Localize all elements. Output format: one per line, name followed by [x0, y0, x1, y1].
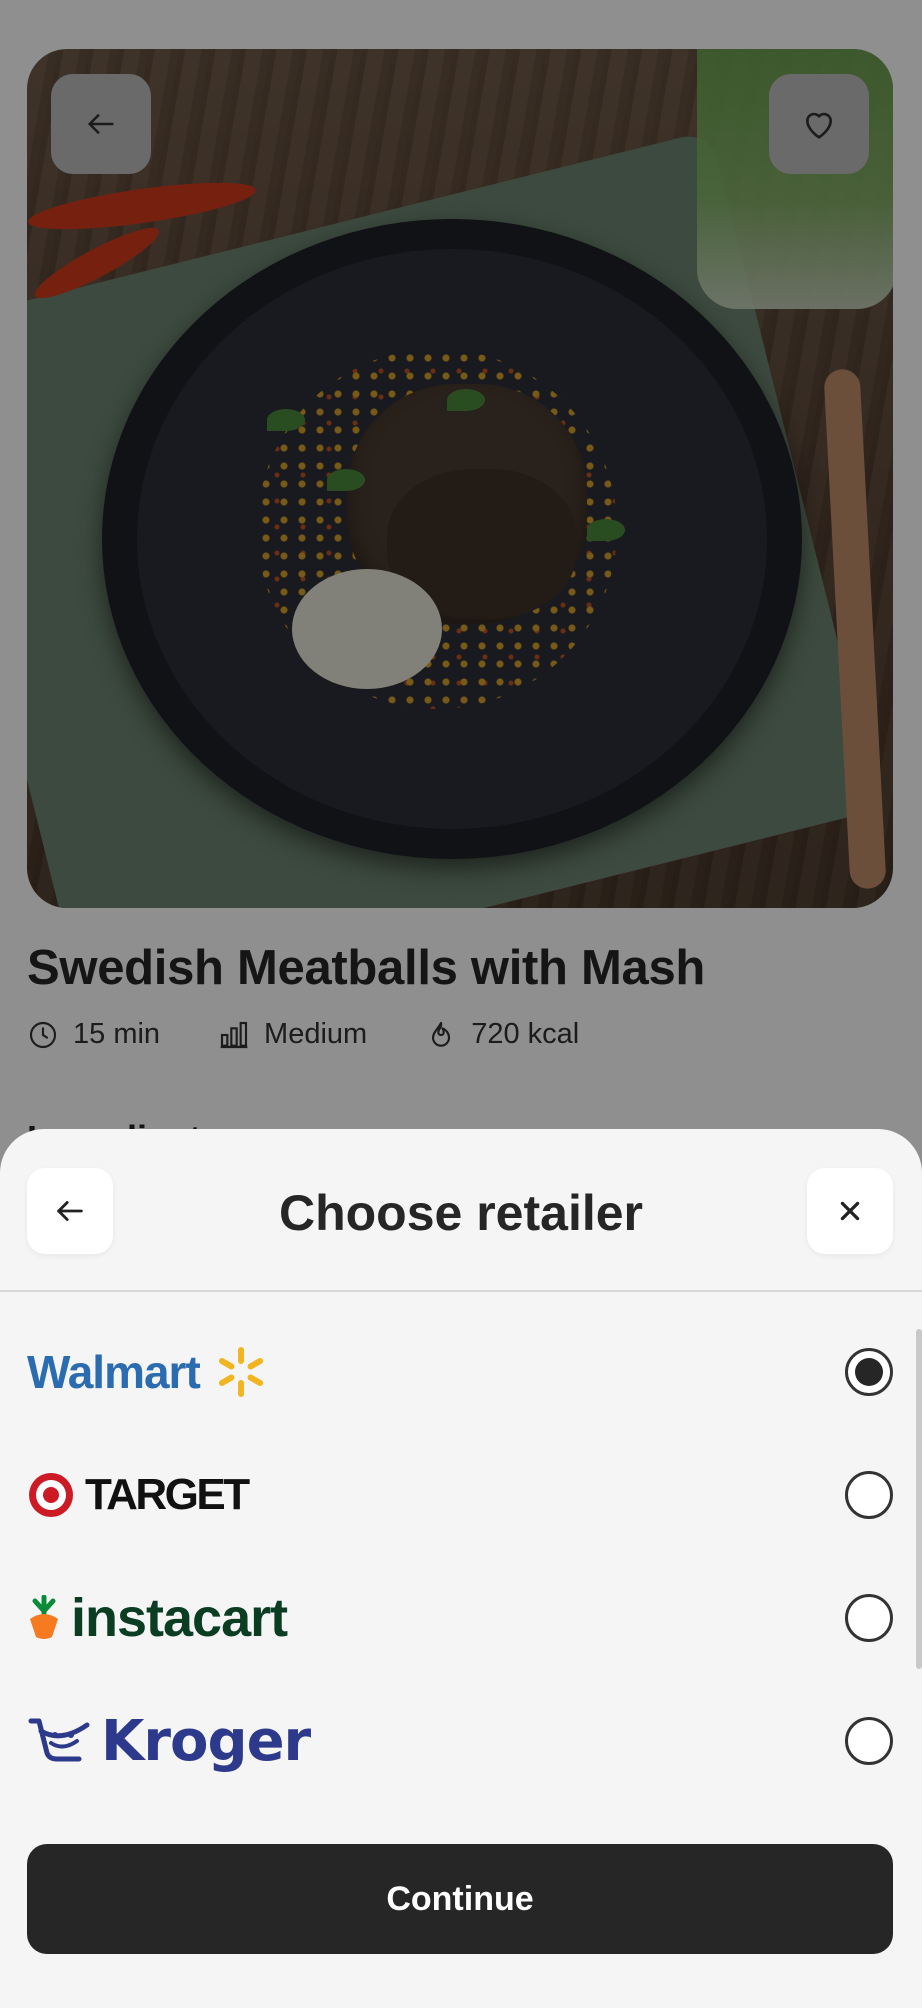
kroger-cart-icon	[28, 1718, 90, 1762]
sheet-title: Choose retailer	[278, 1185, 643, 1241]
sheet-header: Choose retailer	[0, 1129, 922, 1292]
kroger-logo-text: Kroger	[101, 1708, 311, 1774]
retailer-option-instacart[interactable]: instacart	[0, 1557, 922, 1679]
kroger-logo: Kroger	[27, 1708, 311, 1774]
walmart-spark-icon	[218, 1347, 263, 1397]
target-radio[interactable]	[845, 1471, 893, 1519]
instacart-logo: instacart	[27, 1587, 288, 1649]
retailer-option-kroger[interactable]: Kroger	[0, 1680, 922, 1802]
target-logo: TARGET	[27, 1470, 250, 1520]
retailer-sheet: Choose retailer Walmart TARGET instacart…	[0, 1129, 922, 2008]
kroger-radio[interactable]	[845, 1717, 893, 1765]
walmart-logo-text: Walmart	[27, 1346, 201, 1398]
retailer-option-walmart[interactable]: Walmart	[0, 1311, 922, 1433]
instacart-logo-text: instacart	[71, 1588, 288, 1648]
carrot-icon	[30, 1595, 58, 1639]
walmart-radio[interactable]	[845, 1348, 893, 1396]
continue-button[interactable]: Continue	[27, 1844, 893, 1954]
target-bullseye-icon	[29, 1473, 73, 1517]
retailer-option-target[interactable]: TARGET	[0, 1434, 922, 1556]
close-icon	[840, 1201, 860, 1221]
instacart-radio[interactable]	[845, 1594, 893, 1642]
scrollbar[interactable]	[916, 1329, 922, 1669]
target-logo-text: TARGET	[85, 1470, 250, 1519]
walmart-logo: Walmart	[27, 1345, 268, 1399]
close-button[interactable]	[807, 1168, 893, 1254]
